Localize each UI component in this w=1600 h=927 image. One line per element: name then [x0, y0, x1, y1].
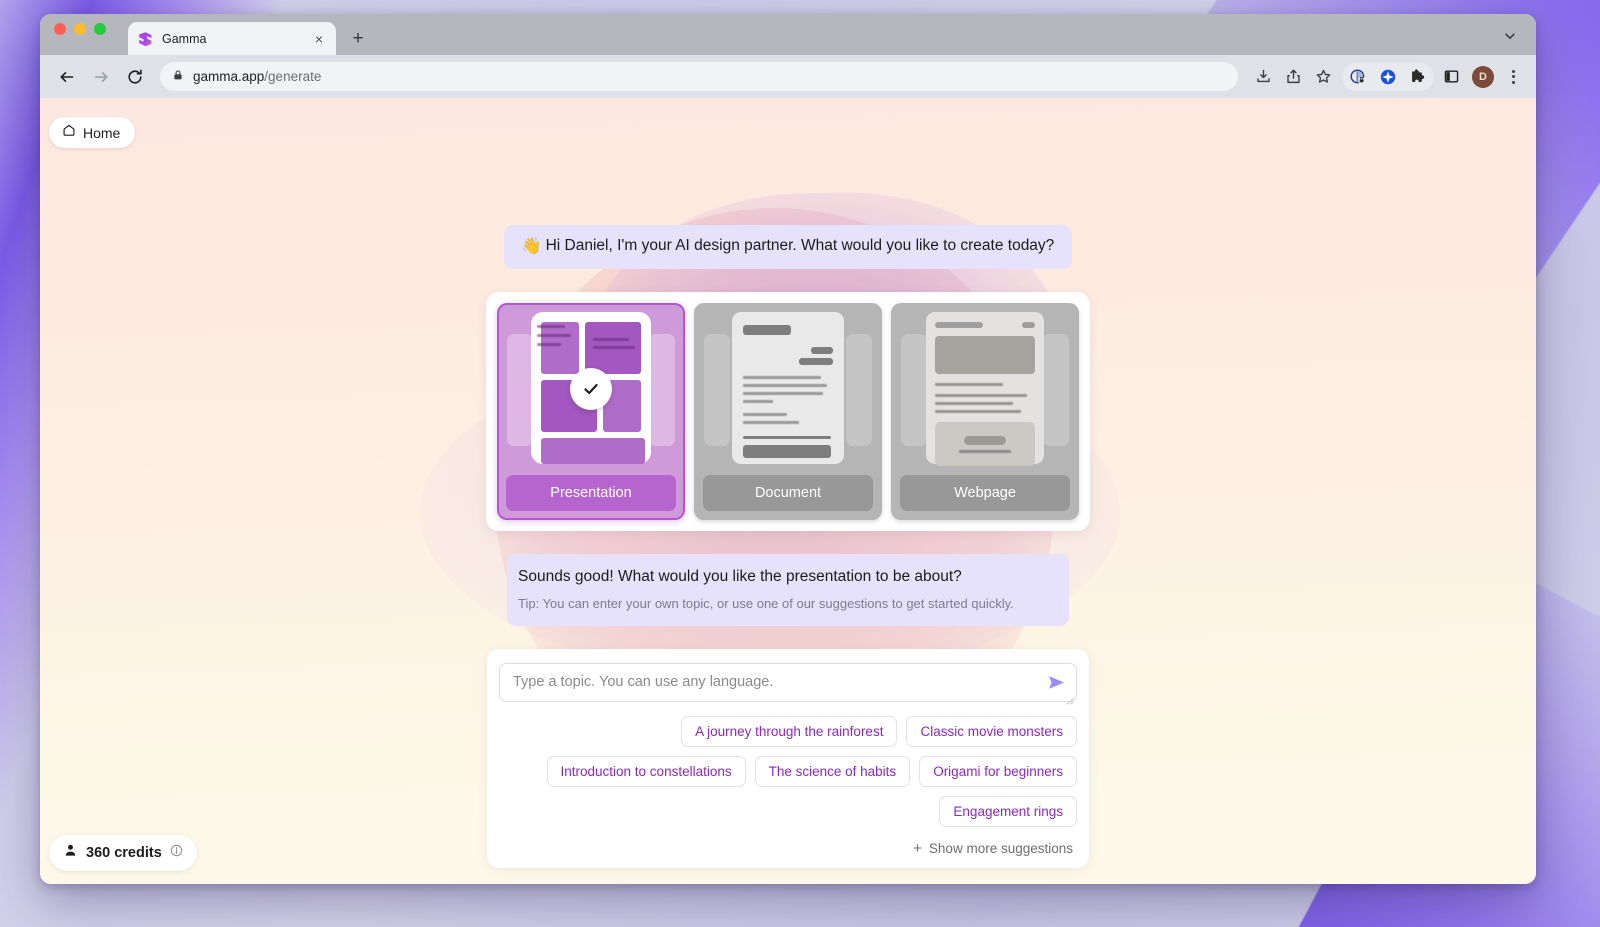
close-window-button[interactable] [54, 22, 66, 35]
followup-message: Sounds good! What would you like the pre… [507, 553, 1069, 626]
web-hero-image [935, 335, 1035, 374]
chat-column: 👋 Hi Daniel, I'm your AI design partner.… [40, 98, 1536, 868]
browser-tab-gamma[interactable]: Gamma × [128, 22, 336, 55]
web-navbar [935, 321, 1035, 328]
new-tab-button[interactable]: + [344, 24, 372, 52]
browser-window: Gamma × + gamma.app/generate D Home 360 … [40, 14, 1536, 884]
doc-right-bar-1 [811, 346, 833, 354]
extensions-group [1342, 62, 1434, 91]
chevron-down-icon[interactable] [1500, 26, 1520, 46]
ghost-panel-right [649, 333, 675, 446]
share-icon[interactable] [1280, 64, 1306, 90]
document-thumbnail [703, 311, 873, 467]
resize-grip-icon[interactable] [1066, 692, 1074, 705]
suggestion-chip[interactable]: A journey through the rainforest [681, 715, 898, 747]
doc-paragraph-2 [743, 412, 833, 424]
download-icon[interactable] [1250, 64, 1276, 90]
show-more-suggestions-button[interactable]: + Show more suggestions [499, 841, 1077, 856]
webpage-mockup [926, 311, 1044, 467]
suggestion-chip[interactable]: Classic movie monsters [906, 715, 1077, 747]
slide-block [541, 321, 580, 374]
profile-avatar[interactable]: D [1472, 65, 1494, 88]
slide-footer-block [541, 437, 645, 464]
gamma-logo-icon [137, 31, 153, 47]
format-card-webpage[interactable]: Webpage [891, 302, 1079, 520]
maximize-window-button[interactable] [94, 22, 106, 35]
suggestion-chips: A journey through the rainforest Classic… [499, 715, 1077, 827]
browser-tab-strip: Gamma × + [40, 14, 1536, 55]
followup-question: Sounds good! What would you like the pre… [518, 567, 962, 585]
suggestion-chip[interactable]: Introduction to constellations [546, 755, 746, 787]
web-cta-section [935, 422, 1035, 467]
gamma-generate-page: Home 360 credits 👋 Hi Daniel, I'm your A… [40, 98, 1536, 884]
compass-extension-icon[interactable] [1375, 64, 1401, 90]
ghost-panel-left [507, 333, 533, 446]
window-controls [54, 14, 106, 55]
web-paragraph [935, 394, 1035, 414]
topic-composer: A journey through the rainforest Classic… [487, 648, 1089, 868]
web-heading [935, 382, 1035, 387]
show-more-label: Show more suggestions [928, 840, 1073, 856]
browser-toolbar: gamma.app/generate D [40, 55, 1536, 98]
followup-tip: Tip: You can enter your own topic, or us… [518, 595, 1014, 611]
document-mockup [732, 311, 844, 464]
ghost-panel-right [846, 333, 872, 446]
format-card-document[interactable]: Document [694, 302, 882, 520]
topic-input[interactable] [513, 674, 1036, 691]
check-icon [570, 368, 612, 411]
format-card-label: Presentation [506, 474, 676, 511]
presentation-thumbnail [506, 311, 676, 467]
doc-footer-bar [743, 444, 831, 458]
forward-button[interactable] [86, 62, 116, 92]
doc-paragraph-1 [743, 375, 833, 403]
web-cta-button [964, 435, 1006, 445]
format-card-label: Webpage [900, 474, 1070, 511]
ghost-panel-left [704, 333, 730, 446]
suggestion-chip[interactable]: The science of habits [754, 755, 911, 787]
puzzle-extension-icon[interactable] [1405, 64, 1431, 90]
url-text: gamma.app/generate [193, 69, 322, 84]
format-card-label: Document [703, 474, 873, 511]
side-panel-icon[interactable] [1438, 64, 1464, 90]
topic-input-wrapper[interactable] [499, 662, 1077, 705]
wave-emoji-icon: 👋 [521, 238, 542, 255]
doc-right-bar-2 [799, 357, 833, 365]
ghost-panel-left [901, 333, 927, 446]
suggestion-chip[interactable]: Engagement rings [939, 795, 1077, 827]
suggestion-chip[interactable]: Origami for beginners [919, 755, 1077, 787]
bookmark-star-icon[interactable] [1310, 64, 1336, 90]
reload-button[interactable] [120, 62, 150, 92]
tab-title: Gamma [162, 31, 207, 46]
format-selector: Presentation Document Webpage [486, 291, 1090, 531]
close-tab-button[interactable]: × [311, 31, 327, 47]
lock-icon [172, 68, 184, 86]
minimize-window-button[interactable] [74, 22, 86, 35]
doc-heading-bar [743, 324, 791, 335]
slide-block-text [585, 321, 641, 374]
send-arrow-icon[interactable] [1045, 671, 1067, 693]
greeting-text: Hi Daniel, I'm your AI design partner. W… [545, 237, 1055, 255]
address-bar[interactable]: gamma.app/generate [160, 62, 1238, 91]
doc-divider [743, 435, 831, 439]
back-button[interactable] [52, 62, 82, 92]
webpage-thumbnail [900, 311, 1070, 467]
browser-menu-button[interactable] [1502, 66, 1524, 88]
format-card-presentation[interactable]: Presentation [497, 302, 685, 520]
plus-icon: + [913, 839, 922, 857]
privacy-shield-icon[interactable] [1345, 64, 1371, 90]
ghost-panel-right [1043, 333, 1069, 446]
desktop-wallpaper: Gamma × + gamma.app/generate D Home 360 … [0, 0, 1600, 927]
greeting-message: 👋 Hi Daniel, I'm your AI design partner.… [503, 225, 1073, 269]
